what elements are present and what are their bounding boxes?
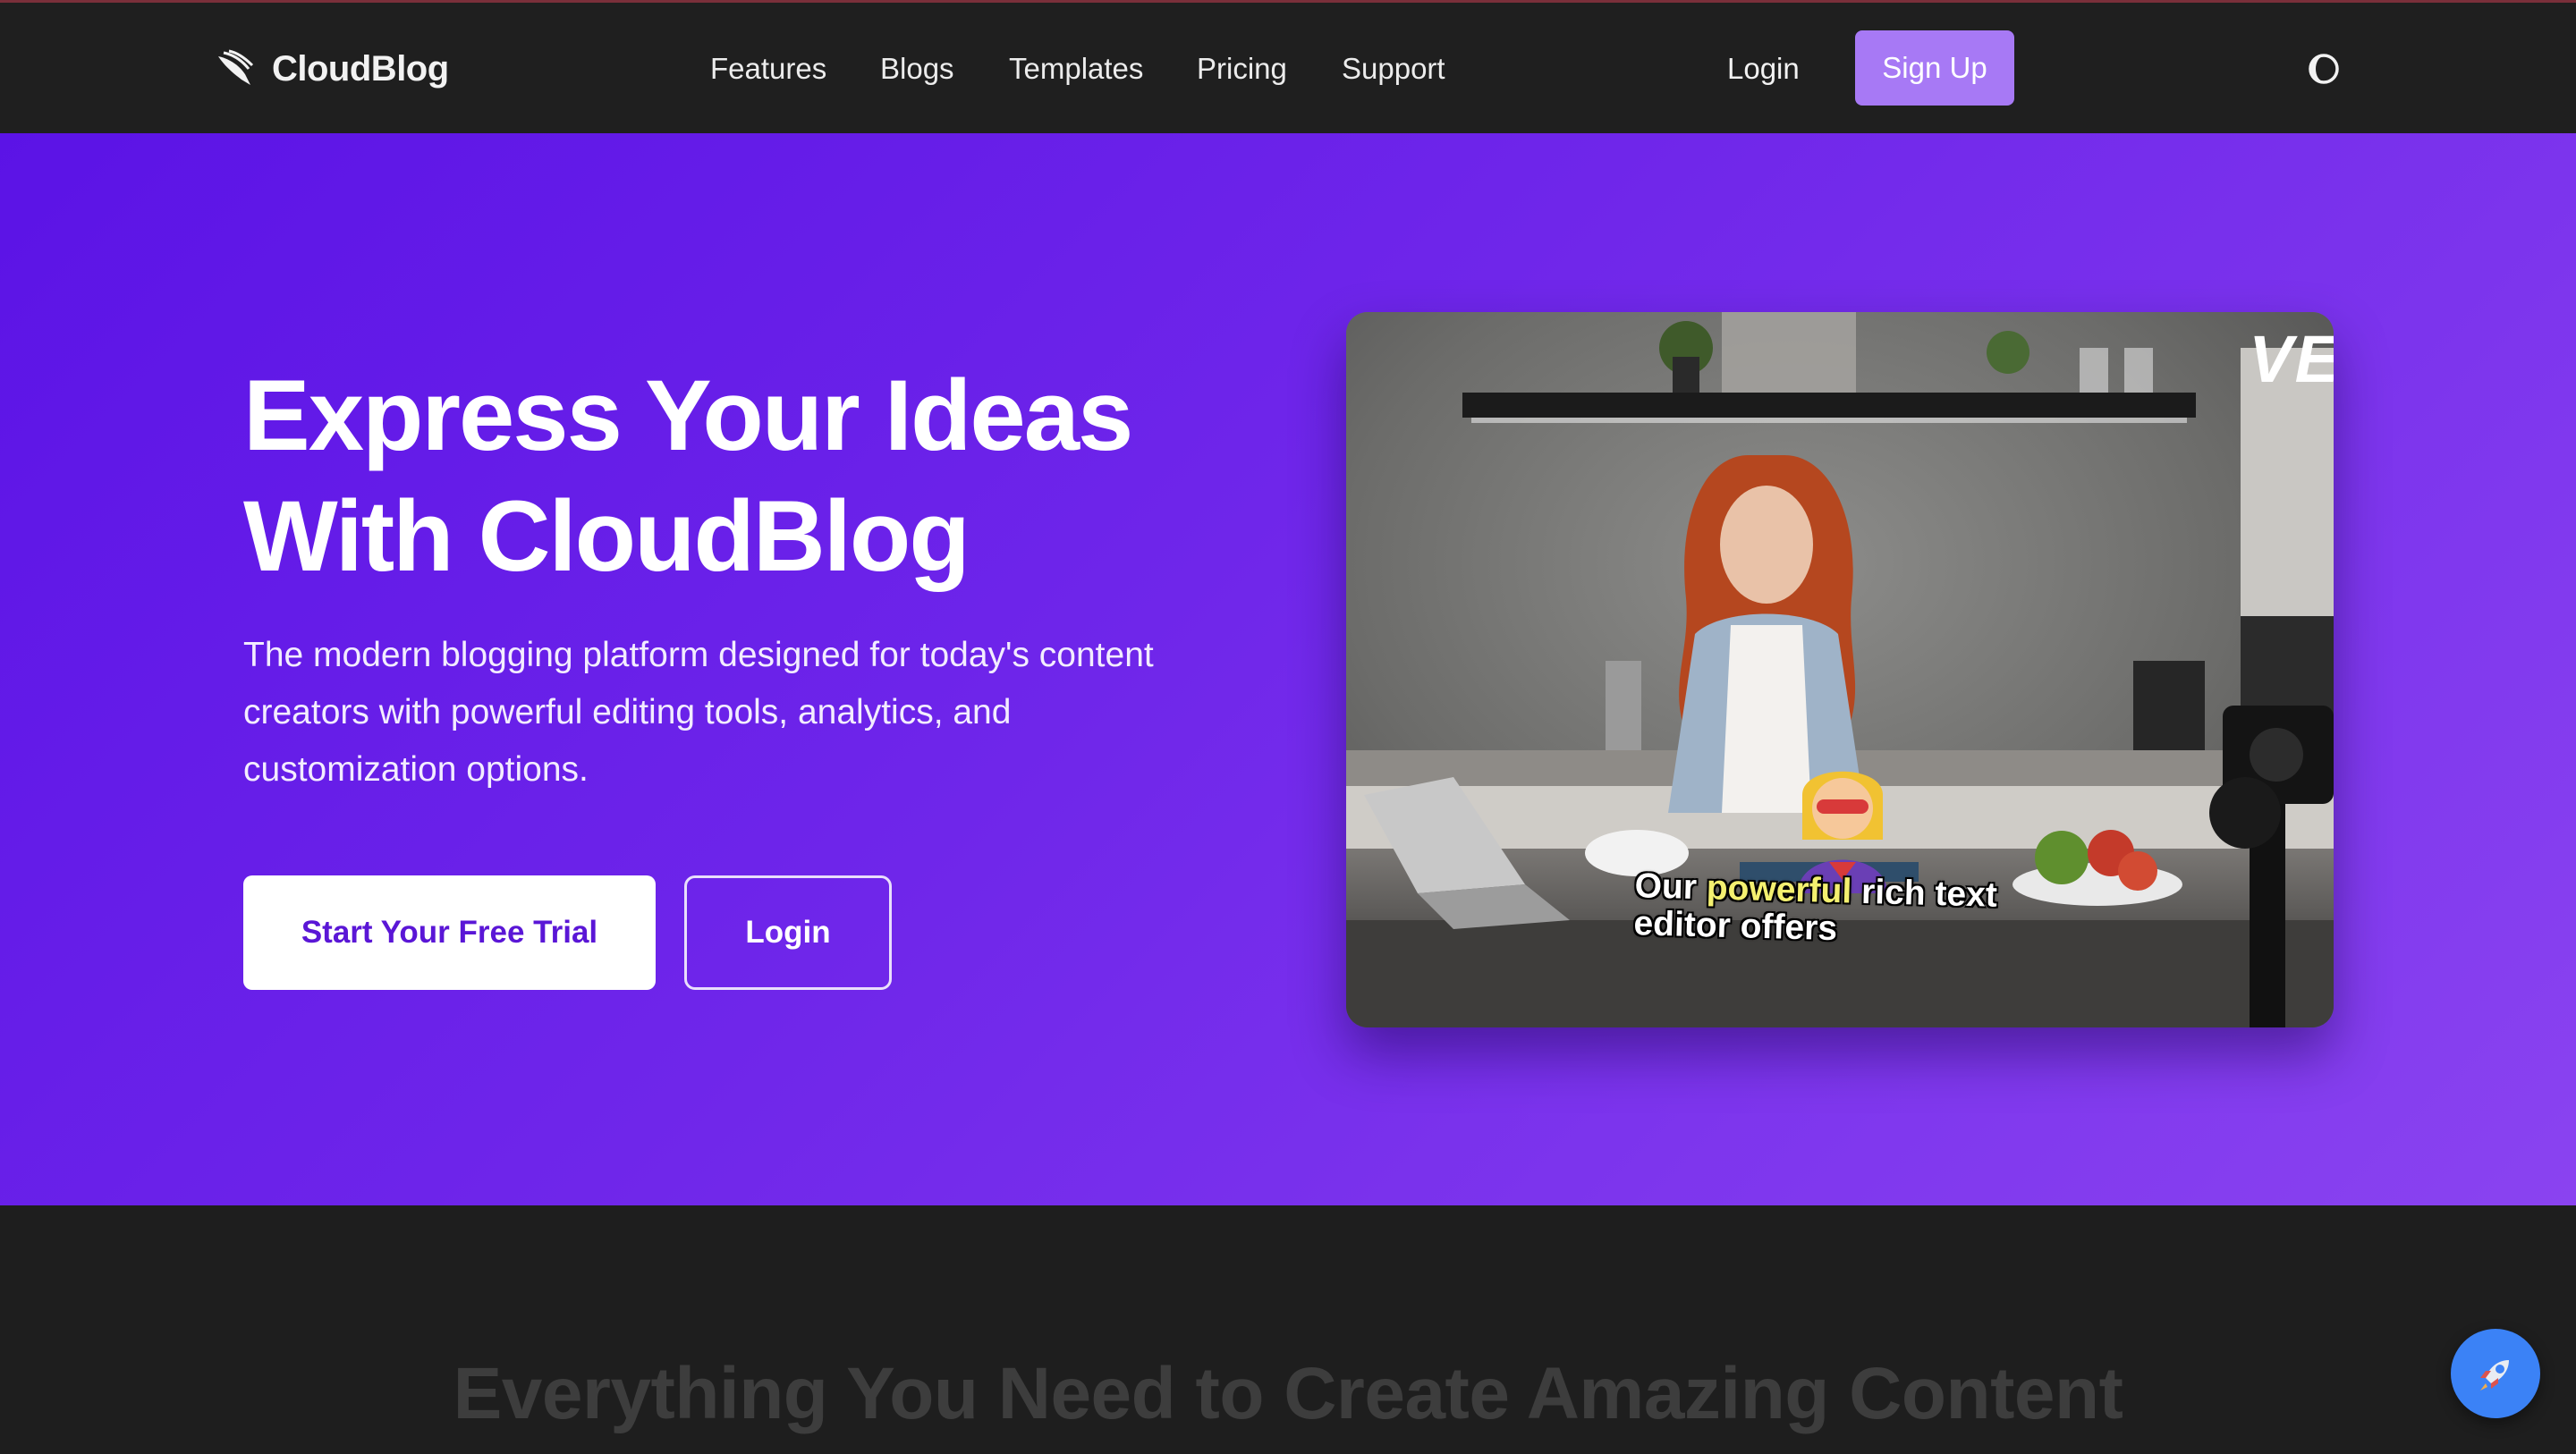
hero-section: Express Your Ideas With CloudBlog The mo… [0, 133, 2576, 1205]
caption-text: editor offers [1632, 904, 1838, 949]
top-navbar: CloudBlog Features Blogs Templates Prici… [0, 3, 2576, 133]
hero-title-line: With CloudBlog [243, 480, 970, 592]
hero-title: Express Your Ideas With CloudBlog [243, 355, 1406, 596]
caption-text: Our [1634, 866, 1698, 908]
hero-subtitle-line: customization options. [243, 750, 589, 789]
nav-features[interactable]: Features [710, 51, 826, 87]
floating-action-button[interactable] [2451, 1329, 2540, 1418]
header-login-link[interactable]: Login [1727, 51, 1800, 87]
rocket-icon [2480, 1360, 2509, 1391]
brand-name: CloudBlog [272, 48, 449, 89]
hero-title-line: Express Your Ideas [243, 359, 1133, 471]
hero-login-button[interactable]: Login [684, 875, 892, 990]
hero-video[interactable]: VE Our powerful rich text editor offers [1346, 312, 2334, 1027]
nav-pricing[interactable]: Pricing [1197, 51, 1287, 87]
signup-button[interactable]: Sign Up [1855, 30, 2014, 106]
hero-subtitle: The modern blogging platform designed fo… [243, 627, 1245, 799]
nav-templates[interactable]: Templates [1009, 51, 1143, 87]
brand-logo[interactable]: CloudBlog [215, 42, 449, 96]
caption-text: rich text [1860, 872, 1998, 915]
nav-support[interactable]: Support [1342, 51, 1445, 87]
start-free-trial-button[interactable]: Start Your Free Trial [243, 875, 656, 990]
hero-subtitle-line: creators with powerful editing tools, an… [243, 693, 1012, 731]
caption-highlight: powerful [1706, 868, 1852, 911]
video-caption: Our powerful rich text editor offers [1632, 866, 2100, 955]
nav-blogs[interactable]: Blogs [880, 51, 954, 87]
wing-logo-icon [218, 49, 254, 85]
video-watermark: VE [2249, 322, 2334, 396]
hero-subtitle-line: The modern blogging platform designed fo… [243, 636, 1154, 674]
theme-toggle-icon[interactable] [2306, 51, 2342, 87]
features-section-title: Everything You Need to Create Amazing Co… [453, 1353, 2123, 1434]
